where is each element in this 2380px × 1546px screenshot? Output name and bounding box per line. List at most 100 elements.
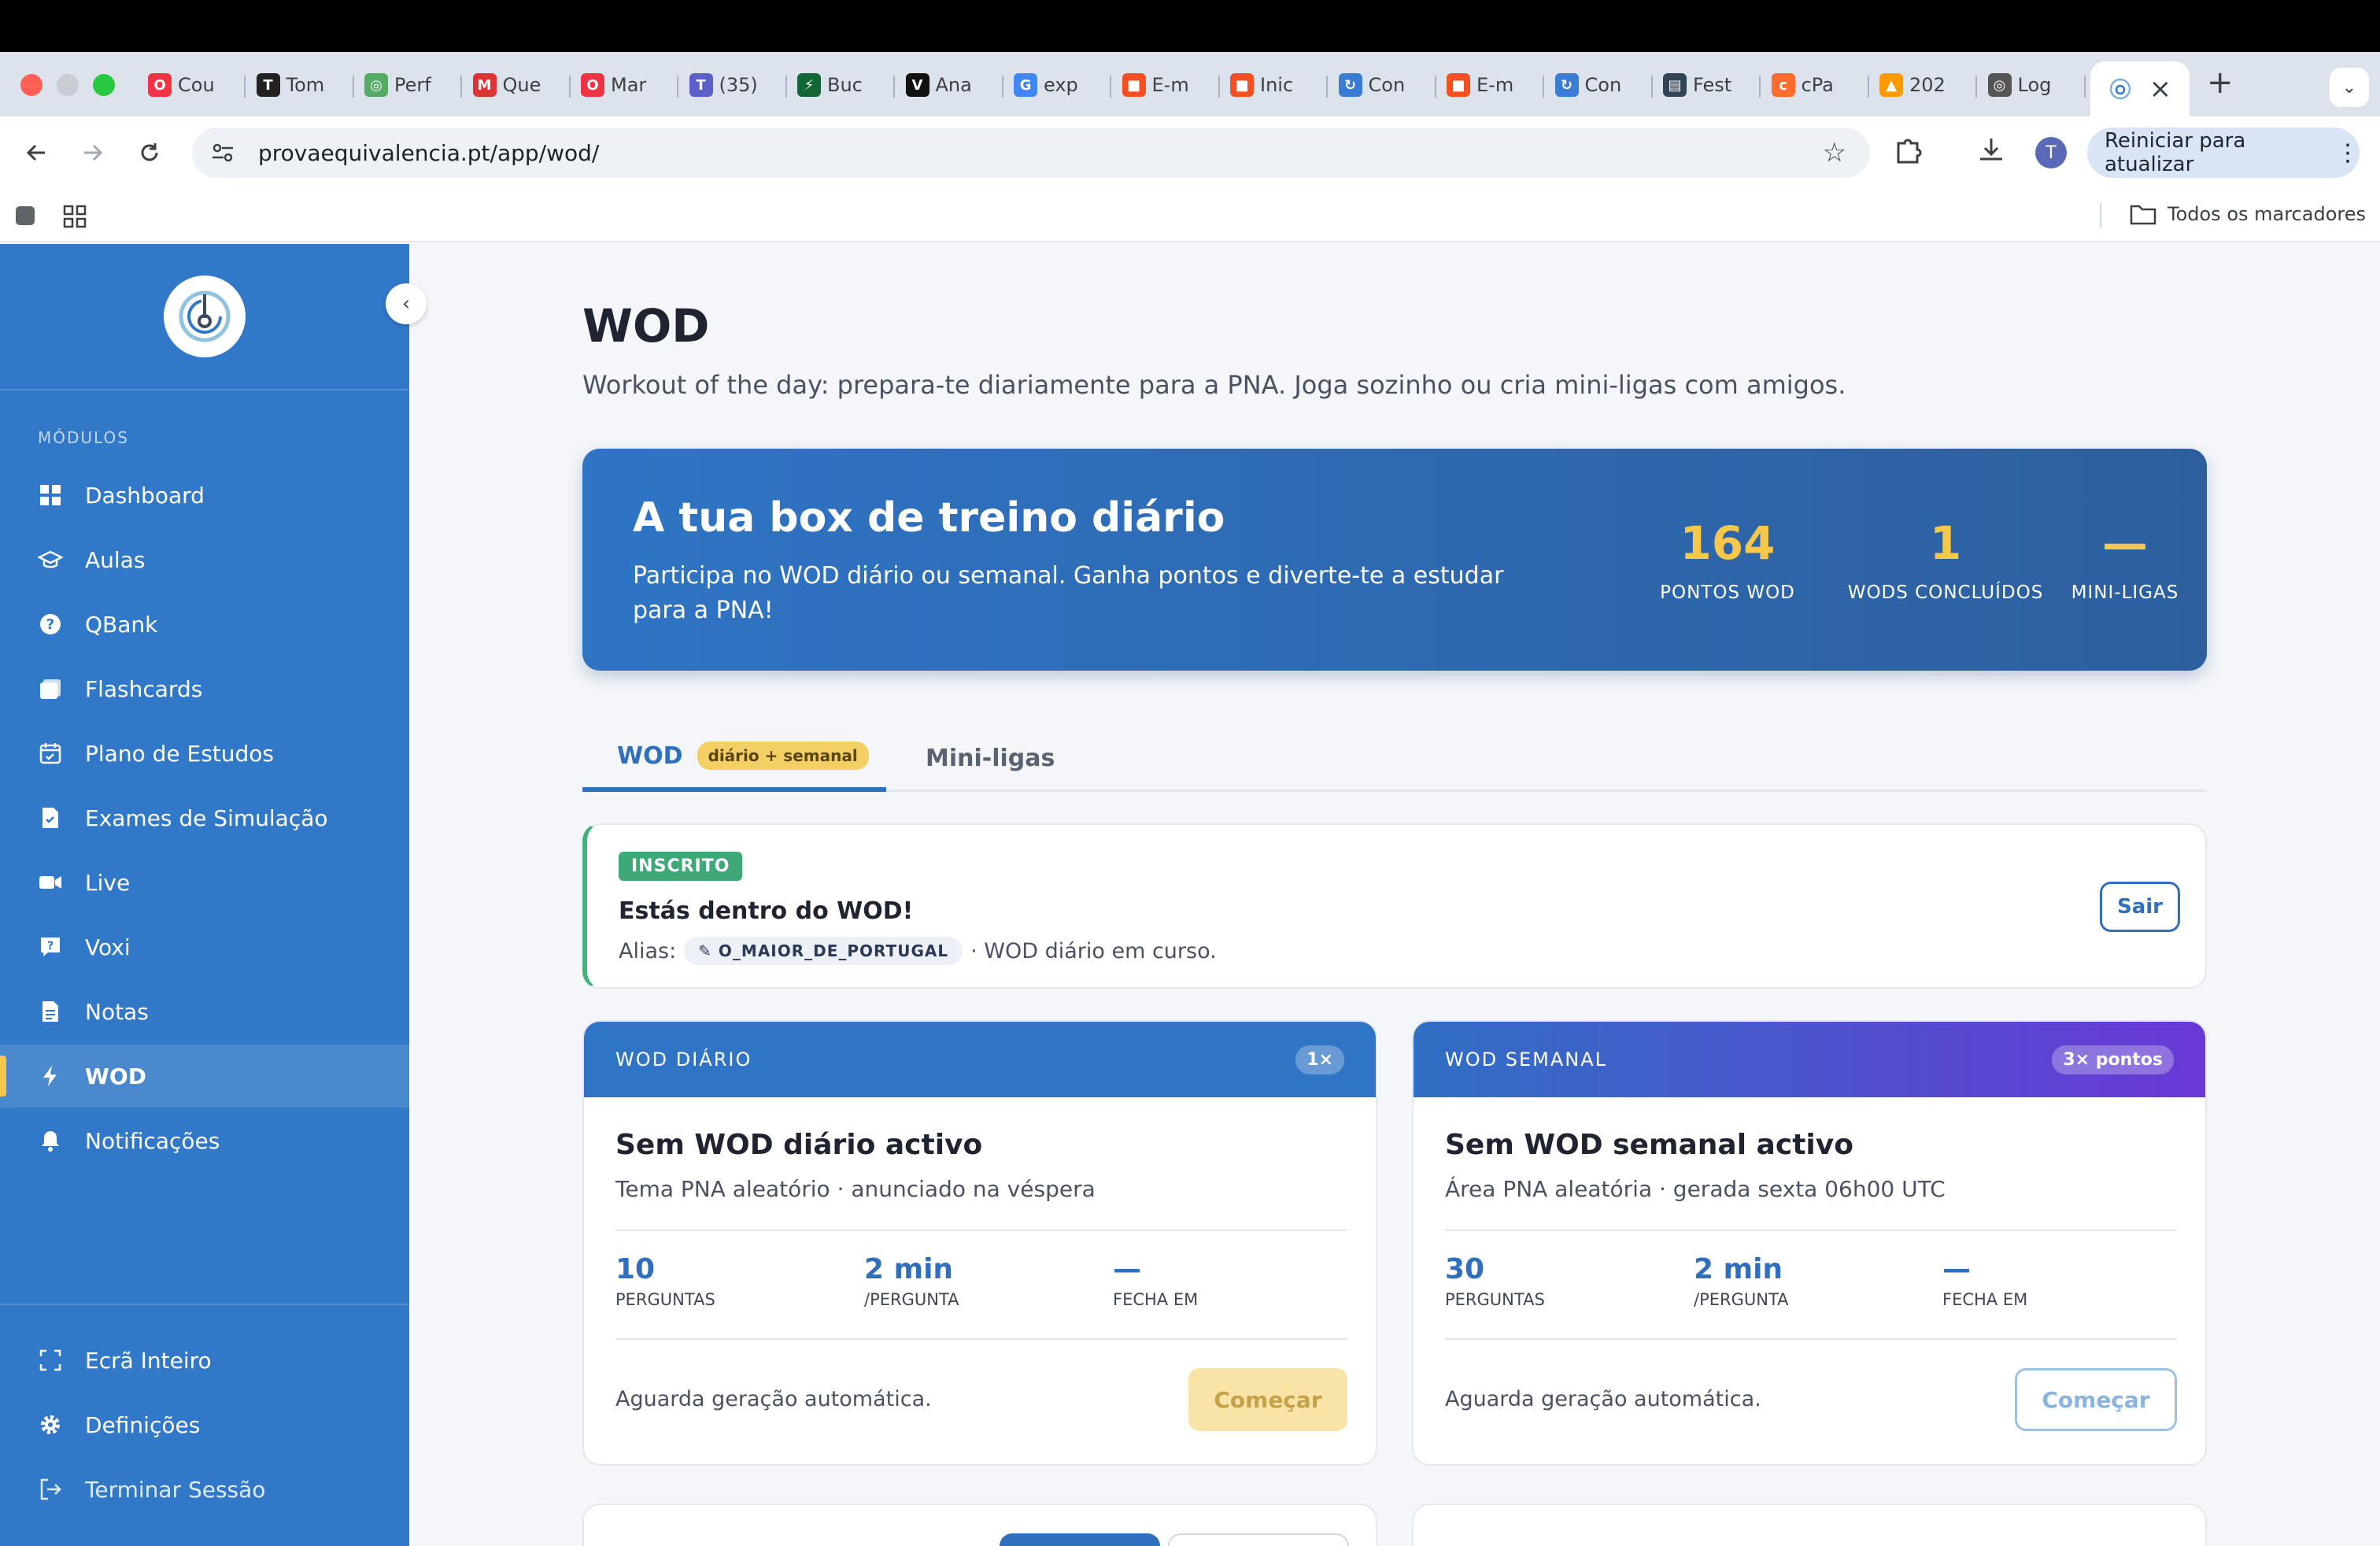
google-icon: G <box>1014 73 1037 97</box>
sidebar-item-aulas[interactable]: Aulas <box>0 528 409 591</box>
back-button[interactable] <box>16 132 57 173</box>
new-tab-button[interactable]: + <box>2207 65 2234 101</box>
browser-tab[interactable]: V Ana <box>905 63 992 107</box>
close-tab-icon[interactable]: × <box>2149 73 2172 105</box>
browser-tab[interactable]: Gexp <box>1014 63 1100 107</box>
stat-perguntas: 10 PERGUNTAS <box>615 1253 715 1309</box>
sidebar: MÓDULOS Dashboard Aulas? QBank Flashcards Pl… <box>0 244 409 1546</box>
browser-tab[interactable]: ↻ Con <box>1338 63 1425 107</box>
profile-avatar[interactable]: T <box>2035 137 2067 168</box>
stat-value: 30 <box>1445 1253 1485 1285</box>
sidebar-item-label: Flashcards <box>85 675 203 702</box>
alias-chip[interactable]: ✎ O_MAIOR_DE_PORTUGAL <box>684 937 963 965</box>
url-text[interactable]: provaequivalencia.pt/app/wod/ <box>258 140 599 166</box>
browser-tab[interactable]: ◎ Log <box>1987 63 2075 107</box>
active-tab[interactable]: × <box>2090 61 2190 117</box>
globe-icon: ◎ <box>364 73 388 97</box>
tab-wod[interactable]: WOD diário + semanal <box>582 724 886 792</box>
sidebar-item-plano-de-estudos[interactable]: Plano de Estudos <box>0 722 409 785</box>
page-title: WOD <box>582 299 710 353</box>
stat-per-question: 2 min/PERGUNTA <box>1694 1253 1789 1309</box>
start-weekly-button[interactable]: Começar <box>2015 1368 2177 1431</box>
browser-tab[interactable]: ▤ Fest <box>1663 63 1750 107</box>
tab-separator <box>1001 76 1003 98</box>
app-square-icon[interactable] <box>16 206 35 225</box>
sidebar-item-notas[interactable]: Notas <box>0 980 409 1043</box>
browser-tab[interactable]: c cPa <box>1771 63 1858 107</box>
browser-tab[interactable]: ■ E-m <box>1122 63 1209 107</box>
zoom-window-button[interactable] <box>93 74 115 96</box>
hero-banner: A tua box de treino diário Participa no … <box>582 449 2207 671</box>
sync-icon: ↻ <box>1338 73 1362 97</box>
stat-mini-ligas: — MINI-LIGAS <box>2062 518 2188 603</box>
sidebar-item-wod[interactable]: WOD <box>0 1045 409 1108</box>
downloads-button[interactable] <box>1977 135 2005 167</box>
tab-mini-ligas[interactable]: Mini-ligas <box>926 724 1055 792</box>
restart-label: Reiniciar para atualizar <box>2105 129 2246 176</box>
forward-button[interactable] <box>72 132 113 173</box>
tab-title: Log <box>2017 74 2052 96</box>
start-daily-button[interactable]: Começar <box>1188 1368 1347 1431</box>
browser-tab[interactable]: T (35) <box>689 63 776 107</box>
sidebar-item-dashboard[interactable]: Dashboard <box>0 464 409 527</box>
wod-weekly-card: WOD SEMANAL 3× pontos Sem WOD semanal ac… <box>1412 1020 2207 1466</box>
minimize-window-button[interactable] <box>57 74 79 96</box>
exam-icon <box>38 805 63 830</box>
tab-strip: O Cou T Tom ◎ Perf M Que O Mar T (35) ⚡ Buc V Ana Gexp ■ E… <box>0 52 2380 117</box>
tab-separator <box>1975 76 1977 98</box>
sidebar-item-definições[interactable]: Definições <box>0 1393 409 1456</box>
tab-search-button[interactable]: ⌄ <box>2330 68 2369 107</box>
browser-tab[interactable]: ▲ 202 <box>1879 63 1966 107</box>
restart-to-update-button[interactable]: Reiniciar para atualizar ⋮ <box>2087 128 2360 178</box>
browser-tab[interactable]: ■ Inic <box>1230 63 1317 107</box>
all-bookmarks-button[interactable]: Todos os marcadores <box>2130 203 2366 225</box>
multiplier-badge: 3× pontos <box>2052 1045 2174 1074</box>
browser-tab[interactable]: ◎ Perf <box>364 63 451 107</box>
browser-tab[interactable]: ⚡ Buc <box>797 63 884 107</box>
sidebar-item-exames-de-simulação[interactable]: Exames de Simulação <box>0 786 409 849</box>
partial-toggle[interactable] <box>1000 1533 1160 1546</box>
tab-title: Con <box>1368 74 1406 96</box>
sidebar-item-ecrã-inteiro[interactable]: Ecrã Inteiro <box>0 1329 409 1392</box>
extensions-button[interactable] <box>1892 134 1924 168</box>
partial-card <box>1412 1503 2207 1546</box>
partial-toggle[interactable] <box>1168 1533 1349 1546</box>
sidebar-item-notificações[interactable]: Notificações <box>0 1109 409 1172</box>
sidebar-item-live[interactable]: Live <box>0 851 409 914</box>
browser-tab[interactable]: M Que <box>472 63 560 107</box>
sidebar-item-flashcards[interactable]: Flashcards <box>0 657 409 720</box>
stat-label: /PERGUNTA <box>1694 1290 1789 1309</box>
stat-value: 1 <box>1929 516 1962 570</box>
tab-title: 202 <box>1909 74 1946 96</box>
alias-label: Alias: <box>619 938 677 963</box>
sidebar-item-terminar-sessão[interactable]: Terminar Sessão <box>0 1458 409 1521</box>
apps-grid-icon[interactable] <box>63 205 87 231</box>
close-window-button[interactable] <box>20 74 42 96</box>
sidebar-item-voxi[interactable]: ? Voxi <box>0 915 409 978</box>
stat-closes-in: — FECHA EM <box>1942 1253 2027 1309</box>
site-info-icon[interactable] <box>211 142 235 169</box>
address-bar[interactable]: provaequivalencia.pt/app/wod/ ☆ <box>192 128 1870 178</box>
kebab-menu-icon[interactable]: ⋮ <box>2336 139 2360 167</box>
tab-separator <box>1110 76 1111 98</box>
exit-button[interactable]: Sair <box>2100 882 2180 932</box>
app-logo[interactable] <box>164 276 246 357</box>
tab-title: Inic <box>1260 74 1294 96</box>
browser-tab[interactable]: O Cou <box>148 63 235 107</box>
wod-tabs: WOD diário + semanal Mini-ligas <box>582 724 2207 792</box>
card-footer-text: Aguarda geração automática. <box>1445 1387 1761 1411</box>
sidebar-item-qbank[interactable]: ? QBank <box>0 593 409 656</box>
stat-label: /PERGUNTA <box>864 1290 959 1309</box>
browser-tab[interactable]: T Tom <box>256 63 343 107</box>
collapse-sidebar-button[interactable]: ‹ <box>386 283 427 324</box>
stat-value: — <box>1113 1253 1141 1285</box>
reload-button[interactable] <box>129 132 170 173</box>
stat-closes-in: — FECHA EM <box>1113 1253 1198 1309</box>
browser-tab[interactable]: ■ E-m <box>1447 63 1533 107</box>
browser-tab[interactable]: ↻ Con <box>1554 63 1642 107</box>
browser-tab[interactable]: O Mar <box>581 63 667 107</box>
tab-title: Mar <box>611 74 647 96</box>
stat-value: — <box>1942 1253 1971 1285</box>
bookmark-star-icon[interactable]: ☆ <box>1823 137 1846 168</box>
card-stats: 10 PERGUNTAS 2 min/PERGUNTA — FECHA EM <box>615 1230 1347 1340</box>
